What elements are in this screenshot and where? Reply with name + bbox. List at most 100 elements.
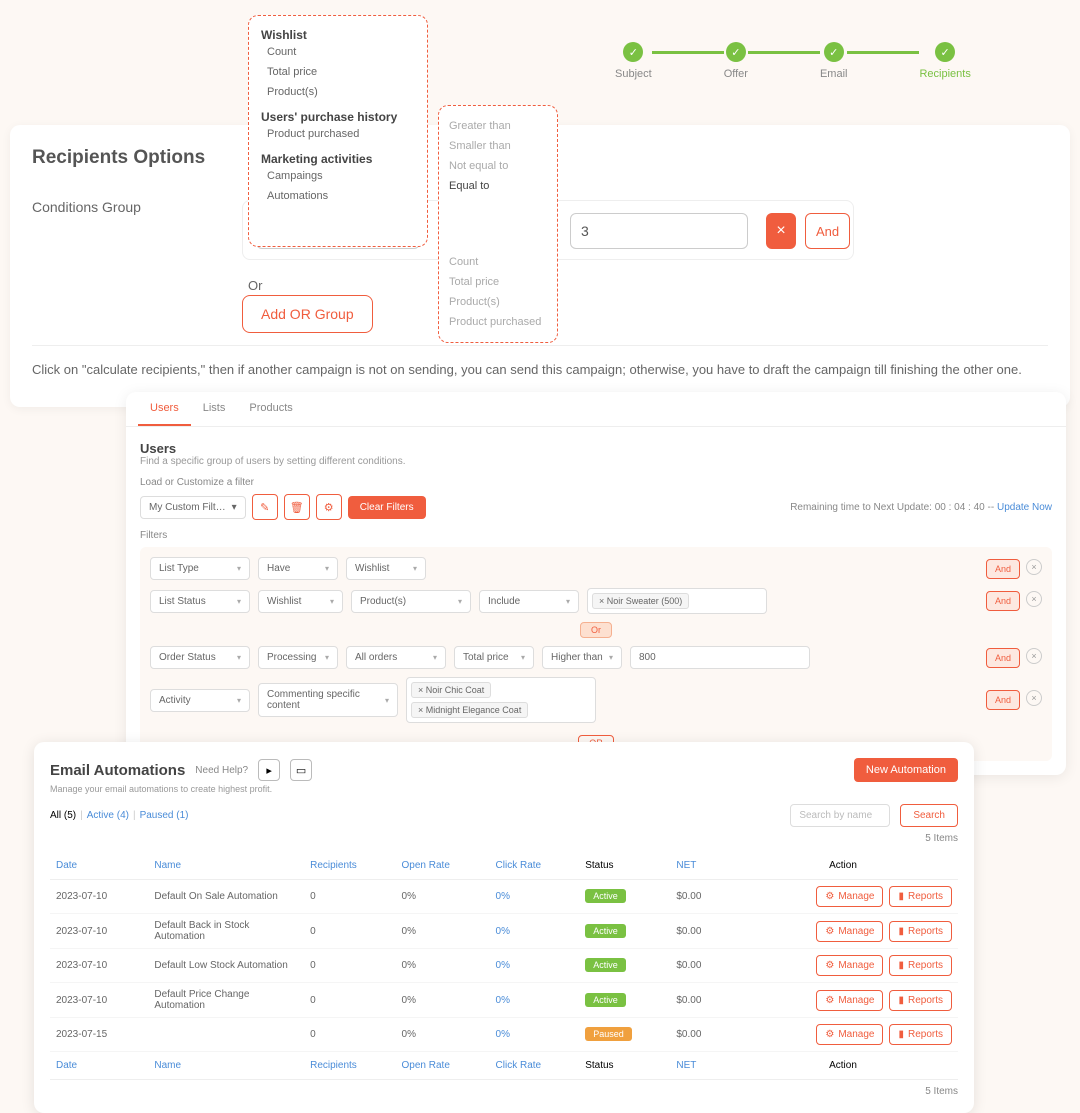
remove-row-button[interactable]: × [1026,559,1042,575]
manage-button[interactable]: ⚙Manage [816,955,883,976]
manage-button[interactable]: ⚙Manage [816,1024,883,1045]
filter-active[interactable]: Active (4) [87,810,129,821]
filter-select[interactable]: Product(s)▾ [351,590,471,613]
dropdown-item[interactable]: Count [449,252,547,272]
dropdown-item[interactable]: Greater than [449,116,547,136]
clear-filters-button[interactable]: Clear Filters [348,496,426,519]
dropdown-item[interactable]: Automations [261,186,415,206]
help-docs-button[interactable]: ▭ [290,759,312,781]
filter-select[interactable]: List Type▾ [150,557,250,580]
status-badge: Active [585,993,626,1007]
update-now-link[interactable]: Update Now [997,502,1052,513]
tag-input[interactable]: × Noir Chic Coat × Midnight Elegance Coat [406,677,596,723]
manage-button[interactable]: ⚙Manage [816,921,883,942]
dropdown-item[interactable]: Product purchased [261,124,415,144]
search-input[interactable]: Search by name [790,804,890,827]
filter-select[interactable]: Wishlist▾ [346,557,426,580]
reports-button[interactable]: ▮Reports [889,1024,952,1045]
gear-icon: ⚙ [825,891,834,902]
reports-button[interactable]: ▮Reports [889,921,952,942]
filter-select[interactable]: Total price▾ [454,646,534,669]
manage-button[interactable]: ⚙Manage [816,990,883,1011]
step-email[interactable]: ✓Email [820,42,848,80]
step-offer[interactable]: ✓Offer [724,42,748,80]
filter-select[interactable]: All orders▾ [346,646,446,669]
and-chip[interactable]: And [986,648,1020,668]
tag-chip[interactable]: × Noir Sweater (500) [592,593,689,609]
dropdown-item[interactable]: Equal to [449,176,547,196]
step-line [847,51,919,54]
edit-filter-button[interactable]: ✎ [252,494,278,520]
pencil-icon: ✎ [260,501,269,514]
add-or-group-button[interactable]: Add OR Group [242,295,373,333]
condition-value-input[interactable]: 3 [570,213,748,249]
operator-dropdown: Greater than Smaller than Not equal to E… [438,105,558,343]
filter-select[interactable]: Wishlist▾ [258,590,343,613]
step-recipients[interactable]: ✓Recipients [919,42,970,80]
reports-button[interactable]: ▮Reports [889,886,952,907]
tab-products[interactable]: Products [237,392,304,426]
step-subject[interactable]: ✓Subject [615,42,652,80]
remove-condition-button[interactable]: × [766,213,796,249]
filter-preset-select[interactable]: My Custom Filt…▾ [140,496,246,519]
stepper: ✓Subject ✓Offer ✓Email ✓Recipients [615,42,971,80]
dropdown-item[interactable]: Product purchased [449,312,547,332]
items-count-footer: 5 Items [50,1086,958,1097]
filter-select[interactable]: Higher than▾ [542,646,622,669]
dropdown-item[interactable]: Smaller than [449,136,547,156]
table-row: 2023-07-10Default Back in Stock Automati… [50,914,958,949]
dropdown-item[interactable]: Count [261,42,415,62]
dropdown-item[interactable]: Product(s) [449,292,547,312]
remove-row-button[interactable]: × [1026,690,1042,706]
col-net[interactable]: NET [670,852,728,880]
filter-paused[interactable]: Paused (1) [140,810,189,821]
filter-select[interactable]: Commenting specific content▾ [258,683,398,717]
dropdown-item[interactable]: Total price [261,62,415,82]
new-automation-button[interactable]: New Automation [854,758,958,782]
tag-chip[interactable]: × Midnight Elegance Coat [411,702,528,718]
search-button[interactable]: Search [900,804,958,827]
col-click-rate[interactable]: Click Rate [490,852,580,880]
automations-subtitle: Manage your email automations to create … [50,784,958,794]
status-badge: Active [585,958,626,972]
field-dropdown: Wishlist Count Total price Product(s) Us… [248,15,428,247]
dropdown-item[interactable]: Total price [449,272,547,292]
status-badge: Active [585,924,626,938]
col-date[interactable]: Date [50,852,148,880]
tab-lists[interactable]: Lists [191,392,238,426]
items-count: 5 Items [50,833,958,844]
help-video-button[interactable]: ▸ [258,759,280,781]
reports-button[interactable]: ▮Reports [889,990,952,1011]
col-recipients[interactable]: Recipients [304,852,395,880]
manage-button[interactable]: ⚙Manage [816,886,883,907]
filter-select[interactable]: Processing▾ [258,646,338,669]
or-label: Or [248,278,262,293]
and-chip[interactable]: And [986,559,1020,579]
filter-select[interactable]: Have▾ [258,557,338,580]
filter-select[interactable]: List Status▾ [150,590,250,613]
remove-row-button[interactable]: × [1026,648,1042,664]
tag-input[interactable]: × Noir Sweater (500) [587,588,767,614]
users-card: Users Lists Products Users Find a specif… [126,392,1066,775]
dropdown-item[interactable]: Product(s) [261,82,415,102]
dropdown-item[interactable]: Not equal to [449,156,547,176]
settings-filter-button[interactable]: ⚙ [316,494,342,520]
filter-select[interactable]: Include▾ [479,590,579,613]
add-and-button[interactable]: And [805,213,850,249]
remove-row-button[interactable]: × [1026,591,1042,607]
and-chip[interactable]: And [986,690,1020,710]
col-open-rate[interactable]: Open Rate [396,852,490,880]
filter-select[interactable]: Activity▾ [150,689,250,712]
dropdown-item[interactable]: Campaings [261,166,415,186]
filter-value-input[interactable]: 800 [630,646,810,669]
reports-button[interactable]: ▮Reports [889,955,952,976]
delete-filter-button[interactable]: 🗑 [284,494,310,520]
and-chip[interactable]: And [986,591,1020,611]
filter-all[interactable]: All (5) [50,810,76,821]
tab-users[interactable]: Users [138,392,191,426]
tag-chip[interactable]: × Noir Chic Coat [411,682,491,698]
filter-select[interactable]: Order Status▾ [150,646,250,669]
col-name[interactable]: Name [148,852,304,880]
gear-icon: ⚙ [825,960,834,971]
filters-label: Filters [140,530,1052,541]
